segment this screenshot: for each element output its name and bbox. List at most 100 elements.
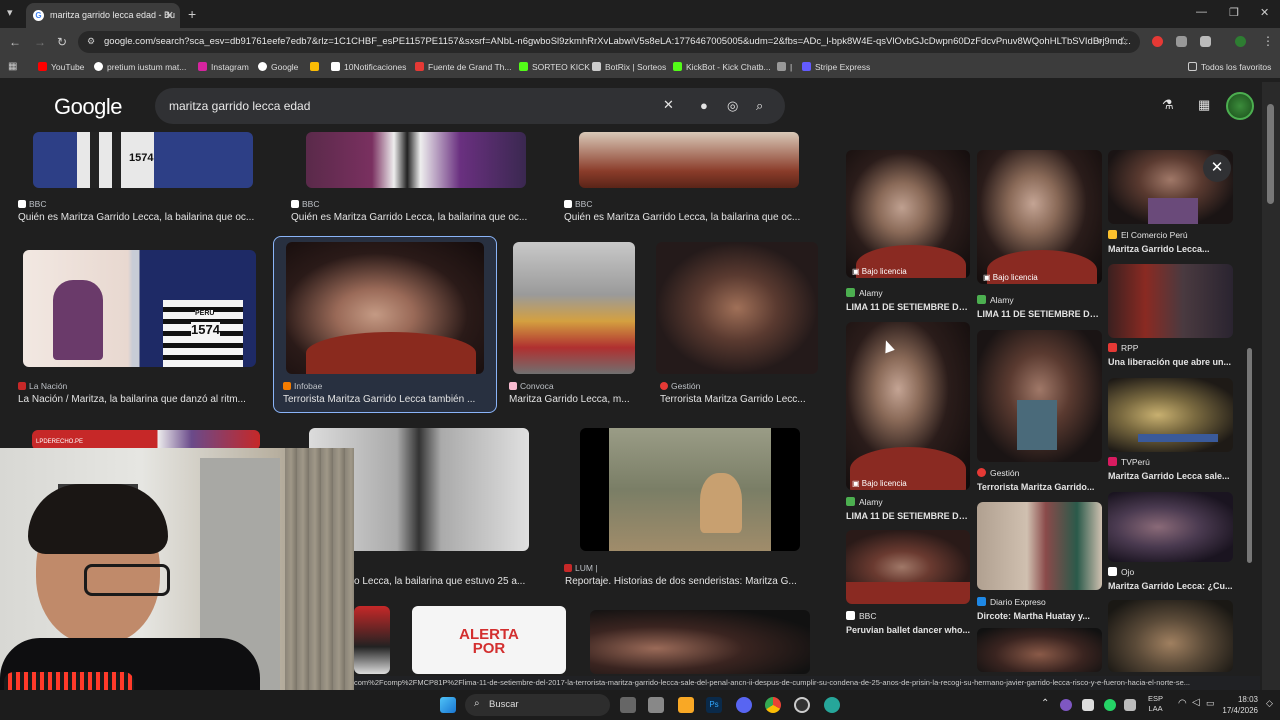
- result-source-1[interactable]: BBC: [18, 199, 46, 209]
- panel-source-2[interactable]: Alamy: [977, 295, 1014, 305]
- panel-source-8[interactable]: BBC: [846, 611, 876, 621]
- result-image-1[interactable]: 1574: [33, 132, 253, 188]
- result-source-5[interactable]: Infobae: [283, 381, 322, 391]
- clock[interactable]: 18:03 17/4/2026: [1220, 694, 1258, 716]
- language-indicator[interactable]: ESP LAA: [1148, 694, 1163, 714]
- panel-caption-6[interactable]: Terrorista Maritza Garrido...: [977, 482, 1102, 492]
- printer-icon[interactable]: [648, 697, 664, 713]
- result-caption-3[interactable]: Quién es Maritza Garrido Lecca, la baila…: [564, 212, 816, 223]
- bookmark-pretium[interactable]: pretium iustum mat...: [94, 62, 186, 72]
- tab-search-icon[interactable]: ▾: [7, 6, 13, 19]
- minimize-icon[interactable]: —: [1196, 6, 1207, 18]
- result-source-9[interactable]: LUM |: [564, 563, 598, 573]
- panel-image-7[interactable]: [1108, 378, 1233, 452]
- bookmark-instagram[interactable]: Instagram: [198, 62, 249, 72]
- result-source-3[interactable]: BBC: [564, 199, 592, 209]
- search-input[interactable]: maritza garrido lecca edad: [155, 88, 785, 124]
- account-avatar[interactable]: [1226, 92, 1254, 120]
- windows-start-icon[interactable]: [440, 697, 456, 713]
- result-image-13[interactable]: [590, 610, 810, 674]
- panel-source-10[interactable]: Ojo: [1108, 567, 1134, 577]
- bookmark-x[interactable]: 10Notificaciones: [331, 62, 406, 72]
- panel-image-1[interactable]: ▣ Bajo licencia: [846, 150, 970, 278]
- panel-image-10[interactable]: [1108, 492, 1233, 562]
- profile-avatar-icon[interactable]: [1235, 36, 1246, 47]
- panel-source-6[interactable]: Gestión: [977, 468, 1019, 478]
- result-caption-6[interactable]: Maritza Garrido Lecca, m...: [509, 394, 643, 405]
- bookmark-star-icon[interactable]: ☆: [1118, 34, 1129, 48]
- tray-network-icon[interactable]: [1124, 699, 1136, 711]
- browser-tab[interactable]: G maritza garrido lecca edad - Bu ✕: [26, 3, 180, 28]
- result-image-2[interactable]: [306, 132, 526, 188]
- result-image-5[interactable]: [286, 242, 484, 374]
- panel-caption-4[interactable]: Una liberación que abre un...: [1108, 357, 1233, 367]
- google-logo[interactable]: Google: [54, 94, 122, 120]
- result-caption-4[interactable]: La Nación / Maritza, la bailarina que da…: [18, 394, 263, 405]
- panel-source-7[interactable]: TVPerú: [1108, 457, 1150, 467]
- panel-source-9[interactable]: Diario Expreso: [977, 597, 1046, 607]
- result-image-11[interactable]: [354, 606, 390, 674]
- result-image-7[interactable]: [656, 242, 818, 374]
- microphone-icon[interactable]: ●: [700, 98, 708, 113]
- bookmark-fuente[interactable]: Fuente de Grand Th...: [415, 62, 511, 72]
- panel-source-4[interactable]: RPP: [1108, 343, 1138, 353]
- page-scrollbar[interactable]: [1262, 82, 1280, 690]
- discord-icon[interactable]: [736, 697, 752, 713]
- bookmark-youtube[interactable]: YouTube: [38, 62, 84, 72]
- panel-image-5[interactable]: ▣ Bajo licencia: [846, 322, 970, 490]
- panel-close-icon[interactable]: ✕: [1203, 154, 1231, 182]
- reload-icon[interactable]: ↻: [57, 35, 67, 49]
- file-explorer-icon[interactable]: [678, 697, 694, 713]
- wifi-icon[interactable]: ◠: [1178, 698, 1187, 709]
- tray-cloud-icon[interactable]: [1082, 699, 1094, 711]
- panel-source-1[interactable]: Alamy: [846, 288, 883, 298]
- bookmark-stripe[interactable]: Stripe Express: [802, 62, 870, 72]
- labs-flask-icon[interactable]: ⚗: [1162, 97, 1174, 113]
- bookmark-sorteo-kick[interactable]: SORTEO KICK: [519, 62, 590, 72]
- back-icon[interactable]: ←: [9, 35, 21, 49]
- panel-scrollbar-thumb[interactable]: [1247, 348, 1252, 563]
- panel-caption-7[interactable]: Maritza Garrido Lecca sale...: [1108, 471, 1233, 481]
- site-info-icon[interactable]: ⚙: [87, 36, 95, 47]
- bookmark-colorful[interactable]: [310, 62, 323, 72]
- bookmark-google[interactable]: Google: [258, 62, 298, 72]
- result-caption-8[interactable]: o Lecca, la bailarina que estuvo 25 a...: [354, 576, 544, 587]
- notification-icon[interactable]: ◇: [1266, 698, 1273, 709]
- result-source-4[interactable]: La Nación: [18, 381, 67, 391]
- tray-chevron-icon[interactable]: ⌃: [1041, 698, 1049, 709]
- result-source-7[interactable]: Gestión: [660, 381, 700, 391]
- all-favorites[interactable]: Todos los favoritos: [1188, 62, 1271, 72]
- address-bar[interactable]: ⚙ google.com/search?sca_esv=db91761eefe7…: [78, 31, 1140, 53]
- result-caption-1[interactable]: Quién es Maritza Garrido Lecca, la baila…: [18, 212, 270, 223]
- tab-close-icon[interactable]: ✕: [165, 9, 174, 22]
- result-caption-5[interactable]: Terrorista Maritza Garrido Lecca también…: [283, 394, 489, 405]
- obs-icon[interactable]: [794, 697, 810, 713]
- apps-grid-icon[interactable]: ▦: [8, 61, 17, 72]
- result-caption-7[interactable]: Terrorista Maritza Garrido Lecc...: [660, 394, 816, 405]
- result-caption-9[interactable]: Reportaje. Historias de dos senderistas:…: [565, 576, 815, 587]
- tray-app-icon[interactable]: [1060, 699, 1072, 711]
- tray-whatsapp-icon[interactable]: [1104, 699, 1116, 711]
- window-close-icon[interactable]: ✕: [1260, 6, 1269, 19]
- taskbar-search[interactable]: ⌕ Buscar: [465, 694, 610, 716]
- forward-icon[interactable]: →: [34, 35, 46, 49]
- extensions-puzzle-icon[interactable]: [1200, 36, 1211, 47]
- battery-icon[interactable]: ▭: [1206, 698, 1215, 709]
- result-image-6[interactable]: [513, 242, 635, 374]
- panel-image-8[interactable]: [846, 530, 970, 604]
- volume-icon[interactable]: ◁: [1192, 697, 1200, 708]
- panel-caption-3[interactable]: Maritza Garrido Lecca...: [1108, 244, 1233, 254]
- panel-image-9[interactable]: [977, 502, 1102, 590]
- menu-kebab-icon[interactable]: ⋮: [1262, 34, 1274, 48]
- panel-caption-2[interactable]: LIMA 11 DE SETIEMBRE DEL...: [977, 309, 1102, 319]
- result-image-4[interactable]: PERU 1574: [23, 250, 256, 367]
- app-globe-icon[interactable]: [824, 697, 840, 713]
- panel-image-11[interactable]: [977, 628, 1102, 672]
- panel-caption-9[interactable]: Dircote: Martha Huatay y...: [977, 611, 1102, 621]
- photoshop-icon[interactable]: Ps: [706, 697, 722, 713]
- lens-camera-icon[interactable]: ◎: [727, 98, 738, 114]
- zoom-icon[interactable]: ⌕: [1097, 35, 1103, 48]
- panel-scrollbar[interactable]: [1247, 148, 1253, 568]
- bookmark-botrix[interactable]: BotRix | Sorteos: [592, 62, 666, 72]
- result-image-12[interactable]: ALERTA POR: [412, 606, 566, 674]
